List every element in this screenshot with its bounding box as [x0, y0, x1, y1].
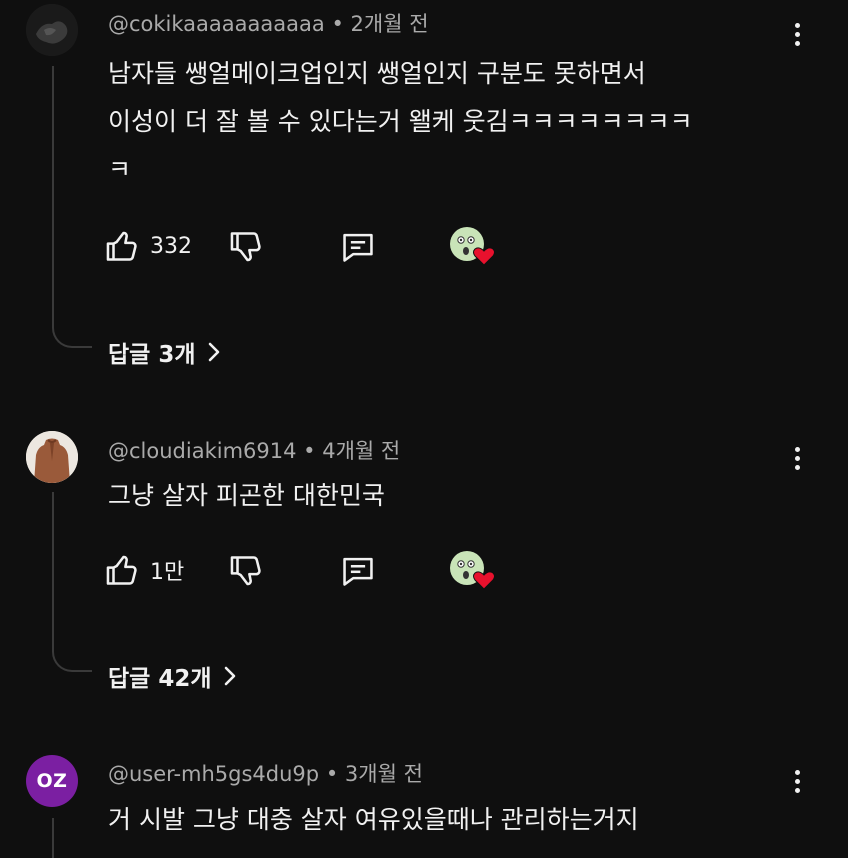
more-dot [794, 40, 800, 46]
more-options-button[interactable] [784, 17, 810, 51]
comment-icon [343, 233, 373, 262]
avatar-image [26, 431, 78, 483]
more-vertical-icon [794, 446, 800, 452]
thumbs-up-icon [106, 231, 137, 261]
replies-label: 답글 3개 [108, 342, 196, 368]
thread-line [52, 66, 92, 348]
timestamp[interactable]: 2개월 전 [351, 12, 429, 36]
thumbs-up-icon [106, 555, 137, 585]
creator-heart [449, 549, 497, 593]
view-replies-button[interactable]: 답글 42개 [108, 659, 238, 693]
comment-icon [343, 557, 373, 586]
username[interactable]: @cokikaaaaaaaaaaa [108, 12, 325, 36]
replies-label: 답글 42개 [108, 666, 212, 692]
meta-separator: • [303, 439, 316, 463]
avatar[interactable]: OZ [26, 755, 78, 807]
thumbs-down-icon [230, 556, 261, 586]
comment-line: ㅋ [108, 155, 132, 184]
meta-separator: • [331, 12, 344, 36]
like-count: 1만 [150, 560, 185, 585]
comment-line: 거 시발 그냥 대충 살자 여유있을때나 관리하는거지 [108, 805, 639, 834]
more-dot [794, 787, 800, 793]
comment-line: 그냥 살자 피곤한 대한민국 [108, 481, 385, 510]
creator-heart-icon [450, 551, 495, 590]
comment-meta: @cloudiakim6914 • 4개월 전 [108, 436, 400, 466]
chevron-right-icon [208, 342, 219, 362]
more-options-button[interactable] [784, 764, 810, 798]
more-dot [794, 455, 800, 461]
view-replies-button[interactable]: 답글 3개 [108, 335, 222, 369]
thread-line [52, 492, 92, 672]
more-options-button[interactable] [784, 441, 810, 475]
like-count: 332 [150, 233, 192, 259]
comment-text: 그냥 살자 피곤한 대한민국 [108, 472, 798, 520]
more-vertical-icon [794, 769, 800, 775]
more-vertical-icon [794, 22, 800, 28]
reply-button[interactable] [339, 552, 377, 590]
like-button[interactable]: 332 [104, 227, 192, 265]
thumbs-down-icon [230, 232, 261, 262]
avatar-initials: OZ [36, 770, 68, 792]
comment-line: 남자들 쌩얼메이크업인지 쌩얼인지 구분도 못하면서 [108, 59, 646, 88]
like-button[interactable]: 1만 [104, 551, 184, 589]
avatar-image [26, 4, 78, 56]
meta-separator: • [325, 762, 339, 786]
comment-meta: @cokikaaaaaaaaaaa • 2개월 전 [108, 9, 429, 39]
avatar[interactable] [26, 4, 78, 56]
dislike-button[interactable] [228, 228, 266, 266]
username[interactable]: @cloudiakim6914 [108, 439, 296, 463]
more-dot [794, 464, 800, 470]
creator-heart-icon [450, 227, 495, 266]
avatar[interactable] [26, 431, 78, 483]
comment-line: 이성이 더 잘 볼 수 있다는거 왤케 웃김ㅋㅋㅋㅋㅋㅋㅋㅋ [108, 107, 693, 136]
more-dot [794, 778, 800, 784]
comment-meta: @user-mh5gs4du9p • 3개월 전 [108, 759, 423, 789]
timestamp[interactable]: 4개월 전 [322, 439, 400, 463]
more-dot [794, 31, 800, 37]
dislike-button[interactable] [228, 552, 266, 590]
creator-heart [449, 225, 497, 269]
username[interactable]: @user-mh5gs4du9p [108, 762, 319, 786]
chevron-right-icon [224, 666, 235, 686]
thread-line [52, 818, 92, 858]
reply-button[interactable] [339, 228, 377, 266]
comment-text: 거 시발 그냥 대충 살자 여유있을때나 관리하는거지 [108, 796, 798, 844]
timestamp[interactable]: 3개월 전 [345, 762, 423, 786]
comment-text: 남자들 쌩얼메이크업인지 쌩얼인지 구분도 못하면서 이성이 더 잘 볼 수 있… [108, 50, 798, 194]
